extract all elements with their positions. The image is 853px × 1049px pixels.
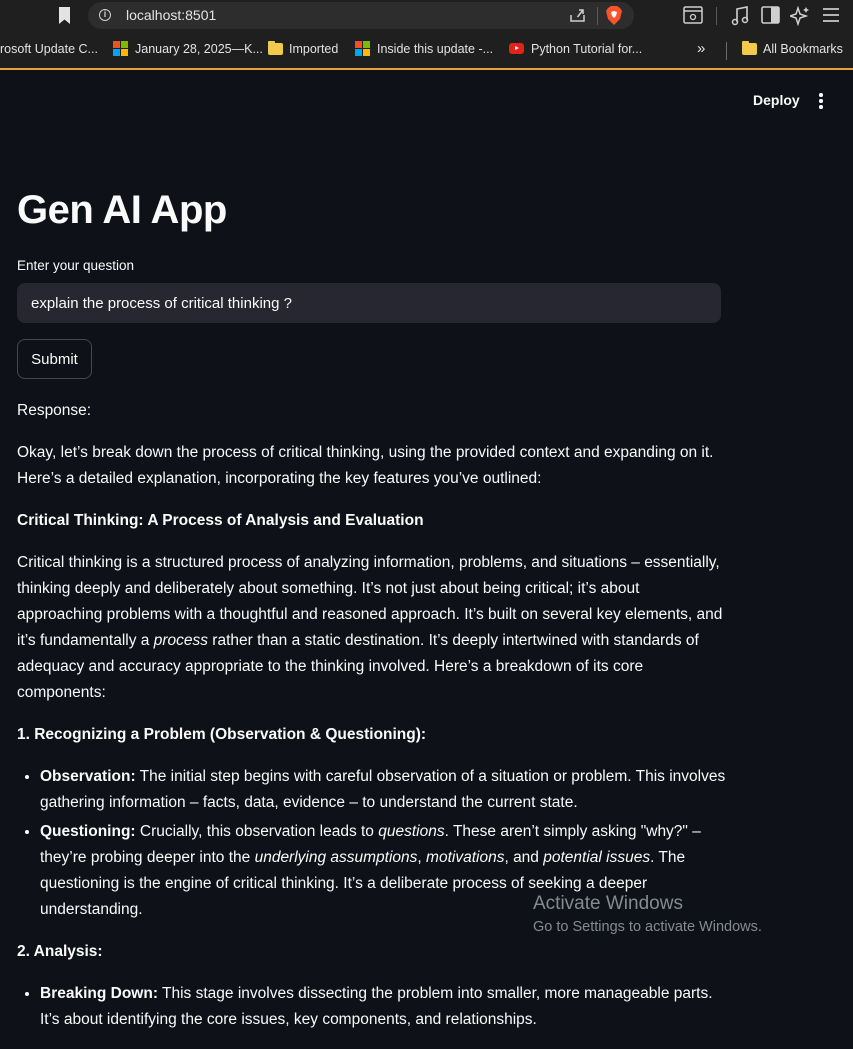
page-title: Gen AI App [17,188,227,232]
brave-shield-icon[interactable] [606,6,622,25]
browser-toolbar: i localhost:8501 [0,0,853,32]
bookmark-icon[interactable] [58,7,71,24]
share-icon[interactable] [569,7,587,23]
watermark-subtitle: Go to Settings to activate Windows. [533,919,762,935]
bullet-list: Breaking Down: This stage involves disse… [17,981,727,1033]
microsoft-logo-icon [355,41,371,57]
divider [716,7,717,25]
microsoft-logo-icon [113,41,129,57]
response-paragraph: Critical thinking is a structured proces… [17,554,723,701]
main-menu-kebab-icon[interactable] [815,91,827,109]
bookmark-folder-imported[interactable]: Imported [289,42,338,56]
response-intro: Okay, let’s break down the process of cr… [17,444,714,487]
bookmark-python-tutorial[interactable]: Python Tutorial for... [531,42,642,56]
more-bookmarks-chevron-icon[interactable]: » [697,40,705,57]
leo-ai-sparkle-icon[interactable] [790,6,810,26]
folder-icon [742,41,757,55]
deploy-button[interactable]: Deploy [745,88,808,112]
info-icon[interactable]: i [99,9,111,21]
bookmark-all-bookmarks[interactable]: All Bookmarks [763,42,843,56]
list-item: Observation: The initial step begins wit… [40,764,727,816]
sidebar-toggle-icon[interactable] [761,6,780,24]
question-label: Enter your question [17,258,135,273]
activate-windows-watermark: Activate Windows Go to Settings to activ… [533,893,762,935]
divider [597,7,598,25]
watermark-title: Activate Windows [533,893,683,914]
section-heading-analysis: 2. Analysis: [17,943,103,960]
reader-view-icon[interactable] [683,6,703,24]
bookmark-inside-this-update[interactable]: Inside this update -... [377,42,493,56]
divider [726,42,727,60]
response-label: Response: [17,402,92,419]
list-item: Breaking Down: This stage involves disse… [40,981,727,1033]
bookmark-microsoft-update[interactable]: rosoft Update C... [0,42,98,56]
response-area: Response: Okay, let’s break down the pro… [17,398,727,1049]
response-heading: Critical Thinking: A Process of Analysis… [17,512,424,529]
question-input[interactable] [17,283,721,323]
menu-hamburger-icon[interactable] [822,6,840,24]
folder-icon [268,41,283,55]
bookmark-january-update[interactable]: January 28, 2025—K... [135,42,263,56]
section-heading-recognizing: 1. Recognizing a Problem (Observation & … [17,726,427,743]
youtube-icon [509,43,524,54]
media-music-icon[interactable] [731,6,749,26]
bookmarks-bar: rosoft Update C... January 28, 2025—K...… [0,32,853,70]
url-text[interactable]: localhost:8501 [126,7,216,23]
submit-button[interactable]: Submit [17,339,92,379]
